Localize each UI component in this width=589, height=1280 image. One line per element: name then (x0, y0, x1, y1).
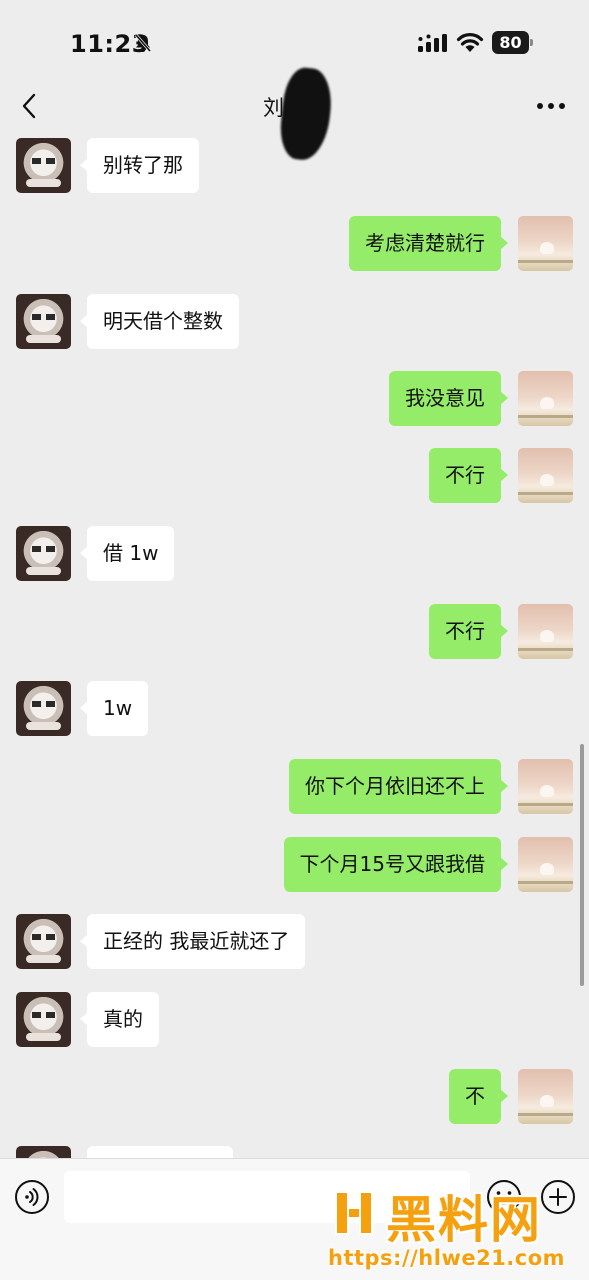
avatar[interactable] (518, 837, 573, 892)
sent-message[interactable]: 不 (449, 1069, 508, 1124)
ellipsis-icon[interactable] (536, 100, 566, 112)
watermark: 黑料网 https://hlwe21.com (322, 1180, 584, 1276)
received-message[interactable]: 真的 (80, 992, 159, 1047)
voice-icon[interactable] (14, 1179, 50, 1215)
sent-message[interactable]: 不行 (429, 448, 508, 503)
sent-message[interactable]: 考虑清楚就行 (349, 216, 508, 271)
received-message[interactable]: 别转了那 (80, 138, 199, 193)
avatar[interactable] (16, 681, 71, 736)
watermark-logo-icon (335, 1191, 373, 1235)
status-bar: 11:23 80 (0, 0, 589, 80)
avatar[interactable] (16, 992, 71, 1047)
watermark-url: https://hlwe21.com (328, 1246, 566, 1270)
sent-message[interactable]: 不行 (429, 604, 508, 659)
battery-level: 80 (492, 31, 529, 54)
avatar[interactable] (16, 526, 71, 581)
sent-message[interactable]: 下个月15号又跟我借 (283, 837, 509, 892)
signal-icon (418, 34, 447, 52)
avatar[interactable] (518, 216, 573, 271)
avatar[interactable] (16, 914, 71, 969)
avatar[interactable] (16, 1146, 71, 1158)
received-message[interactable] (87, 1146, 233, 1158)
avatar[interactable] (518, 371, 573, 426)
received-message[interactable]: 1w (79, 681, 149, 736)
avatar[interactable] (16, 138, 71, 193)
received-message[interactable]: 借 1w (79, 526, 175, 581)
sent-message[interactable]: 你下个月依旧还不上 (289, 759, 508, 814)
received-message[interactable]: 正经的 我最近就还了 (79, 914, 306, 969)
wifi-icon (456, 33, 484, 52)
avatar[interactable] (518, 448, 573, 503)
received-message[interactable]: 明天借个整数 (80, 294, 239, 349)
avatar[interactable] (518, 1069, 573, 1124)
sent-message[interactable]: 我没意见 (389, 371, 508, 426)
scrollbar[interactable] (580, 744, 584, 986)
avatar[interactable] (16, 294, 71, 349)
avatar[interactable] (518, 604, 573, 659)
bell-off-icon (134, 34, 152, 52)
battery-icon: 80 (492, 31, 534, 54)
message-list[interactable]: 别转了那 考虑清楚就行 明天借个整数 我没意见 不行借 1w 不行 1w 你下个月依旧还不上下… (0, 132, 589, 1158)
avatar[interactable] (518, 759, 573, 814)
watermark-title: 黑料网 (386, 1191, 542, 1249)
